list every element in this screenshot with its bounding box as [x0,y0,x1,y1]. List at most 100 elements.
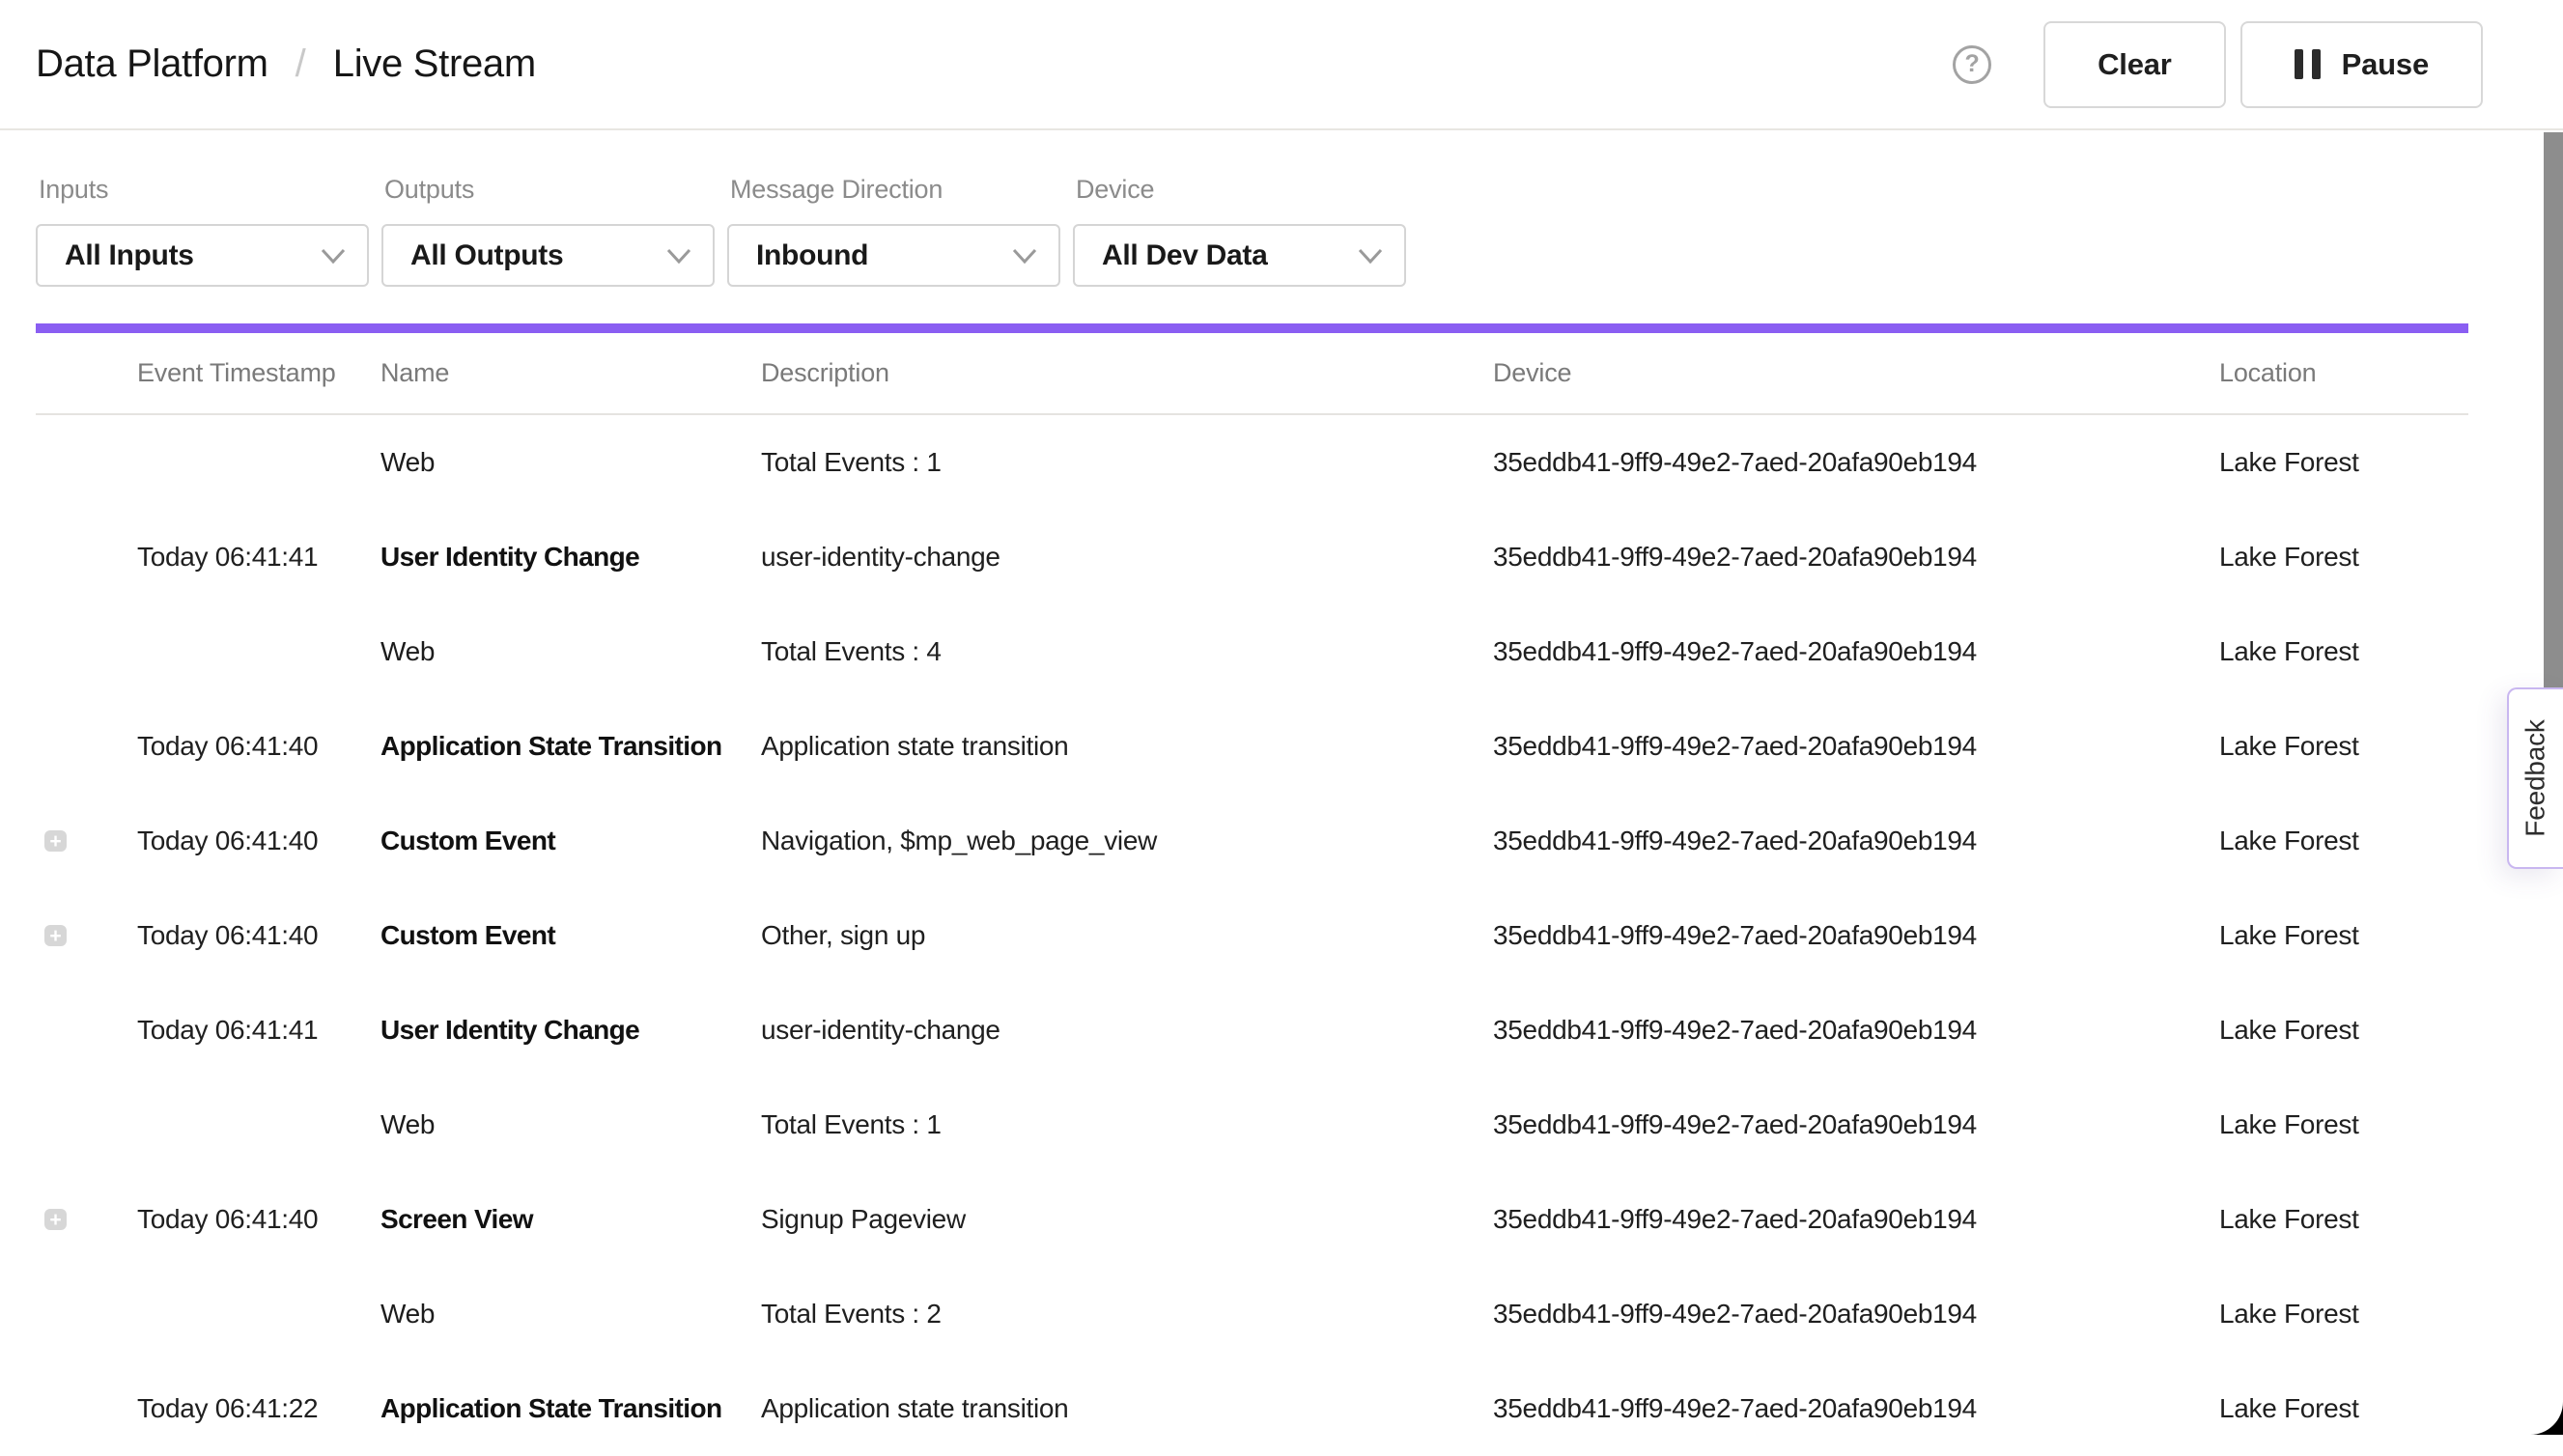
feedback-tab-label: Feedback [2521,719,2551,836]
expand-row-button[interactable]: + [44,1209,67,1230]
header-actions: ? Clear Pause [1953,21,2483,108]
expander-cell: + [36,1209,137,1230]
expander-cell: + [36,1398,137,1419]
event-location: Lake Forest [2219,636,2468,667]
filter-bar: Inputs All Inputs Outputs All Outputs Me… [0,130,2563,287]
event-name: User Identity Change [380,1015,761,1046]
event-description: Other, sign up [761,920,1493,951]
event-timestamp: Today 06:41:41 [137,1015,380,1046]
filter-device: Device All Dev Data [1073,175,1406,287]
table-row[interactable]: + Web Total Events : 1 35eddb41-9ff9-49e… [36,415,2468,510]
plus-icon: + [49,926,61,946]
expander-cell: + [36,1114,137,1135]
event-location: Lake Forest [2219,1299,2468,1330]
message-direction-dropdown[interactable]: Inbound [727,224,1060,287]
device-dropdown-value: All Dev Data [1102,239,1267,272]
expander-cell: + [36,1303,137,1325]
filter-device-label: Device [1076,175,1406,205]
filter-message-direction-label: Message Direction [730,175,1060,205]
event-description: user-identity-change [761,1015,1493,1046]
table-row[interactable]: + Today 06:41:40 Custom Event Other, sig… [36,888,2468,983]
table-row[interactable]: + Web Total Events : 4 35eddb41-9ff9-49e… [36,604,2468,699]
expand-row-button[interactable]: + [44,925,67,946]
event-timestamp: Today 06:41:41 [137,542,380,573]
table-row[interactable]: + Today 06:41:41 User Identity Change us… [36,510,2468,604]
filter-message-direction: Message Direction Inbound [727,175,1060,287]
table-row[interactable]: + Today 06:41:22 Application State Trans… [36,1361,2468,1456]
event-timestamp: Today 06:41:40 [137,1204,380,1235]
expander-cell: + [36,1020,137,1041]
breadcrumb-data-platform[interactable]: Data Platform [36,42,268,86]
event-location: Lake Forest [2219,1109,2468,1140]
event-description: user-identity-change [761,542,1493,573]
event-name: Application State Transition [380,1393,761,1424]
outputs-dropdown-value: All Outputs [410,239,563,272]
expander-cell: + [36,452,137,473]
breadcrumb-live-stream: Live Stream [333,42,536,86]
breadcrumb-separator: / [296,42,306,86]
table-row[interactable]: + Today 06:41:40 Screen View Signup Page… [36,1172,2468,1267]
event-device-id: 35eddb41-9ff9-49e2-7aed-20afa90eb194 [1493,1204,2219,1235]
inputs-dropdown-value: All Inputs [65,239,194,272]
event-description: Application state transition [761,1393,1493,1424]
table-row[interactable]: + Web Total Events : 2 35eddb41-9ff9-49e… [36,1267,2468,1361]
table-header-row: Event Timestamp Name Description Device … [36,333,2468,415]
column-name: Name [380,358,761,388]
pause-button[interactable]: Pause [2240,21,2483,108]
filter-outputs: Outputs All Outputs [381,175,715,287]
expander-cell: + [36,736,137,757]
event-device-id: 35eddb41-9ff9-49e2-7aed-20afa90eb194 [1493,1299,2219,1330]
event-location: Lake Forest [2219,826,2468,856]
event-description: Total Events : 4 [761,636,1493,667]
event-device-id: 35eddb41-9ff9-49e2-7aed-20afa90eb194 [1493,1393,2219,1424]
plus-icon: + [49,831,61,852]
event-location: Lake Forest [2219,1015,2468,1046]
inputs-dropdown[interactable]: All Inputs [36,224,369,287]
event-description: Total Events : 1 [761,447,1493,478]
event-description: Total Events : 2 [761,1299,1493,1330]
clear-button[interactable]: Clear [2043,21,2226,108]
expander-cell: + [36,641,137,662]
expander-cell: + [36,925,137,946]
page-header: Data Platform / Live Stream ? Clear Paus… [0,0,2563,130]
expand-row-button[interactable]: + [44,830,67,852]
help-icon[interactable]: ? [1953,45,1991,84]
event-timestamp: Today 06:41:40 [137,731,380,762]
event-device-id: 35eddb41-9ff9-49e2-7aed-20afa90eb194 [1493,920,2219,951]
outputs-dropdown[interactable]: All Outputs [381,224,715,287]
feedback-tab[interactable]: Feedback [2507,687,2563,869]
chevron-down-icon [1358,248,1383,264]
event-name: User Identity Change [380,542,761,573]
column-description: Description [761,358,1493,388]
scrollbar-thumb[interactable] [2544,132,2563,687]
filter-inputs: Inputs All Inputs [36,175,369,287]
table-row[interactable]: + Today 06:41:40 Application State Trans… [36,699,2468,794]
event-location: Lake Forest [2219,920,2468,951]
event-name: Web [380,447,761,478]
expander-cell: + [36,830,137,852]
breadcrumb: Data Platform / Live Stream [36,42,536,86]
event-device-id: 35eddb41-9ff9-49e2-7aed-20afa90eb194 [1493,1015,2219,1046]
event-device-id: 35eddb41-9ff9-49e2-7aed-20afa90eb194 [1493,447,2219,478]
event-name: Web [380,636,761,667]
event-name: Application State Transition [380,731,761,762]
event-description: Total Events : 1 [761,1109,1493,1140]
event-table-body: + Web Total Events : 1 35eddb41-9ff9-49e… [36,415,2468,1456]
expander-cell: + [36,546,137,568]
event-name: Custom Event [380,826,761,856]
event-location: Lake Forest [2219,447,2468,478]
table-row[interactable]: + Today 06:41:41 User Identity Change us… [36,983,2468,1078]
message-direction-dropdown-value: Inbound [756,239,868,272]
chevron-down-icon [321,248,346,264]
plus-icon: + [49,1210,61,1230]
event-timestamp: Today 06:41:40 [137,826,380,856]
table-row[interactable]: + Today 06:41:40 Custom Event Navigation… [36,794,2468,888]
event-device-id: 35eddb41-9ff9-49e2-7aed-20afa90eb194 [1493,636,2219,667]
event-device-id: 35eddb41-9ff9-49e2-7aed-20afa90eb194 [1493,826,2219,856]
event-device-id: 35eddb41-9ff9-49e2-7aed-20afa90eb194 [1493,542,2219,573]
event-name: Screen View [380,1204,761,1235]
event-device-id: 35eddb41-9ff9-49e2-7aed-20afa90eb194 [1493,1109,2219,1140]
filter-outputs-label: Outputs [384,175,715,205]
device-dropdown[interactable]: All Dev Data [1073,224,1406,287]
table-row[interactable]: + Web Total Events : 1 35eddb41-9ff9-49e… [36,1078,2468,1172]
